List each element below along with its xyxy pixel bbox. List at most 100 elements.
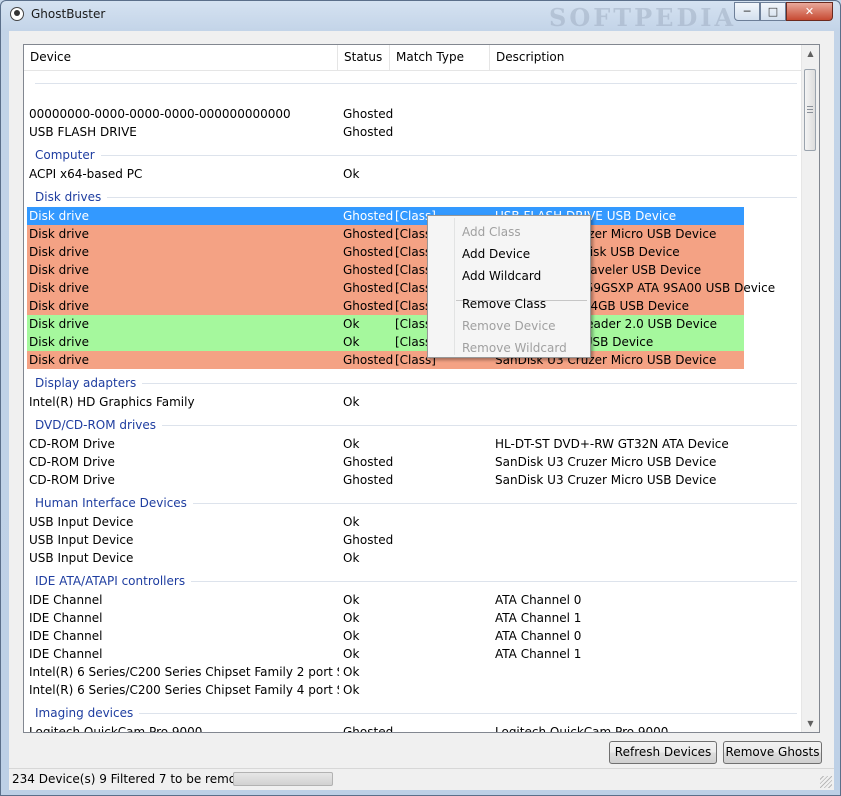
- table-row[interactable]: CD-ROM Drive Ghosted SanDisk U3 Cruzer Mic…: [24, 471, 803, 489]
- status-cell: Ok: [343, 611, 360, 625]
- description-cell: ATA Channel 1: [495, 611, 582, 625]
- status-cell: Ok: [343, 665, 360, 679]
- device-cell: USB Input Device: [29, 515, 134, 529]
- group-header[interactable]: Computer: [24, 141, 803, 167]
- status-text: 234 Device(s) 9 Filtered 7 to be removed: [12, 772, 259, 786]
- table-row[interactable]: Disk drive Ghosted [Class] Kingston DataTra…: [27, 261, 744, 279]
- table-row[interactable]: IDE Channel Ok ATA Channel 1: [24, 609, 803, 627]
- status-cell: Ghosted: [343, 125, 393, 139]
- device-cell: Intel(R) 6 Series/C200 Series Chipset Fa…: [29, 683, 339, 697]
- group-header[interactable]: Display adapters: [24, 369, 803, 395]
- table-row[interactable]: Disk drive Ghosted [Class] SanDisk U3 Cruze…: [27, 225, 744, 243]
- group-label: Display adapters: [35, 371, 143, 395]
- description-cell: Logitech QuickCam Pro 9000: [495, 725, 669, 733]
- group-divider: [35, 155, 797, 156]
- list-header: Device Status Match Type Description: [24, 45, 803, 71]
- group-header[interactable]: Human Interface Devices: [24, 489, 803, 515]
- table-row[interactable]: Intel(R) 6 Series/C200 Series Chipset Fa…: [24, 663, 803, 681]
- status-bar: 234 Device(s) 9 Filtered 7 to be removed: [9, 768, 834, 790]
- group-divider: [35, 713, 797, 714]
- device-cell: USB Input Device: [29, 551, 134, 565]
- table-row[interactable]: Disk driveGhosted[Class]Generic Flash Di…: [27, 243, 744, 261]
- group-header[interactable]: Imaging devices: [24, 699, 803, 725]
- device-cell: Logitech QuickCam Pro 9000: [29, 725, 203, 733]
- table-row[interactable]: USB Input Device Ghosted: [24, 531, 803, 549]
- remove-ghosts-button[interactable]: Remove Ghosts: [723, 741, 822, 764]
- status-cell: Ghosted: [343, 263, 393, 277]
- table-row[interactable]: Intel(R) HD Graphics Family Ok: [24, 393, 803, 411]
- progress-bar: [233, 772, 333, 786]
- table-row[interactable]: ACPI x64-based PC Ok: [24, 165, 803, 183]
- description-cell: ATA Channel 1: [495, 647, 582, 661]
- table-row[interactable]: Disk drive Ghosted [Class] TOSHIBA MK5059GS…: [27, 279, 775, 297]
- device-cell: CD-ROM Drive: [29, 437, 115, 451]
- status-cell: Ok: [343, 335, 360, 349]
- description-cell: ATA Channel 0: [495, 593, 582, 607]
- status-cell: Ghosted: [343, 725, 393, 733]
- table-row[interactable]: Disk driveGhosted[Class]USB FLASH DRIVE …: [27, 207, 744, 225]
- device-cell: Disk drive: [29, 281, 89, 295]
- table-row[interactable]: Intel(R) 6 Series/C200 Series Chipset Fa…: [24, 681, 803, 699]
- ghostbuster-app-icon[interactable]: [10, 7, 24, 21]
- table-row[interactable]: Logitech QuickCam Pro 9000 Ghosted Logitec…: [24, 723, 803, 733]
- table-row[interactable]: IDE Channel Ok ATA Channel 0: [24, 591, 803, 609]
- table-row[interactable]: Disk drive Ghosted [Class] SanDisk U3 Cruze…: [27, 351, 744, 369]
- device-list[interactable]: Device Status Match Type Description 000…: [23, 44, 820, 733]
- resize-grip-icon[interactable]: [820, 776, 832, 788]
- menu-item-add-device[interactable]: Add Device: [462, 244, 530, 264]
- scroll-thumb[interactable]: [804, 69, 816, 151]
- group-header[interactable]: DVD/CD-ROM drives: [24, 411, 803, 437]
- device-cell: IDE Channel: [29, 647, 103, 661]
- device-cell: Disk drive: [29, 245, 89, 259]
- maximize-button[interactable]: □: [760, 2, 786, 21]
- vertical-scrollbar[interactable]: ▲ ▼: [801, 45, 819, 732]
- device-rows: 00000000-0000-0000-0000-000000000000 Ghos…: [24, 83, 803, 733]
- table-row[interactable]: Disk drive Ok [Class] Multiple Card Reader …: [27, 315, 744, 333]
- group-header[interactable]: IDE ATA/ATAPI controllers: [24, 567, 803, 593]
- maximize-icon: □: [767, 5, 779, 18]
- status-cell: Ghosted: [343, 227, 393, 241]
- status-cell: Ghosted: [343, 455, 393, 469]
- device-cell: ACPI x64-based PC: [29, 167, 143, 181]
- table-row[interactable]: USB Input Device Ok: [24, 549, 803, 567]
- table-row[interactable]: IDE Channel Ok ATA Channel 1: [24, 645, 803, 663]
- title-bar[interactable]: GhostBuster SOFTPEDIA ─ □ ✕: [1, 1, 840, 32]
- scroll-up-icon[interactable]: ▲: [802, 45, 819, 62]
- status-cell: Ghosted: [343, 353, 393, 367]
- context-menu: Add Class Add Device Add Wildcard Remove Cl…: [427, 215, 591, 358]
- device-cell: IDE Channel: [29, 611, 103, 625]
- menu-item-remove-class[interactable]: Remove Class: [462, 294, 546, 314]
- device-cell: Disk drive: [29, 335, 89, 349]
- table-row[interactable]: CD-ROM Drive Ghosted SanDisk U3 Cruzer Mic…: [24, 453, 803, 471]
- minimize-icon: ─: [743, 5, 751, 18]
- column-header-status[interactable]: Status: [338, 45, 390, 70]
- column-header-description[interactable]: Description: [490, 45, 803, 70]
- table-row[interactable]: USB FLASH DRIVE Ghosted: [24, 123, 803, 141]
- group-header[interactable]: Disk drives: [24, 183, 803, 209]
- group-header[interactable]: [24, 83, 803, 105]
- close-icon: ✕: [804, 5, 815, 18]
- status-cell: Ghosted: [343, 533, 393, 547]
- table-row[interactable]: CD-ROM Drive Ok HL-DT-ST DVD+-RW GT32N ATA…: [24, 435, 803, 453]
- close-button[interactable]: ✕: [786, 2, 833, 21]
- scroll-down-icon[interactable]: ▼: [802, 715, 819, 732]
- table-row[interactable]: Disk driveOk[Class]WDC WD5000 USB Device: [27, 333, 744, 351]
- minimize-button[interactable]: ─: [734, 2, 760, 21]
- status-cell: Ghosted: [343, 107, 393, 121]
- description-cell: SanDisk U3 Cruzer Micro USB Device: [495, 455, 717, 469]
- status-cell: Ok: [343, 647, 360, 661]
- device-cell: Disk drive: [29, 263, 89, 277]
- status-cell: Ok: [343, 437, 360, 451]
- menu-item-add-wildcard[interactable]: Add Wildcard: [462, 266, 541, 286]
- table-row[interactable]: IDE Channel Ok ATA Channel 0: [24, 627, 803, 645]
- table-row[interactable]: USB Input Device Ok: [24, 513, 803, 531]
- group-divider: [35, 383, 797, 384]
- table-row[interactable]: Disk drive Ghosted [Class] Patriot Memory 4…: [27, 297, 744, 315]
- status-cell: Ok: [343, 515, 360, 529]
- refresh-devices-button[interactable]: Refresh Devices: [609, 741, 717, 764]
- column-header-match-type[interactable]: Match Type: [390, 45, 490, 70]
- window-title: GhostBuster: [31, 7, 106, 21]
- table-row[interactable]: 00000000-0000-0000-0000-000000000000 Ghos…: [24, 105, 803, 123]
- column-header-device[interactable]: Device: [24, 45, 338, 70]
- group-label: DVD/CD-ROM drives: [35, 413, 163, 437]
